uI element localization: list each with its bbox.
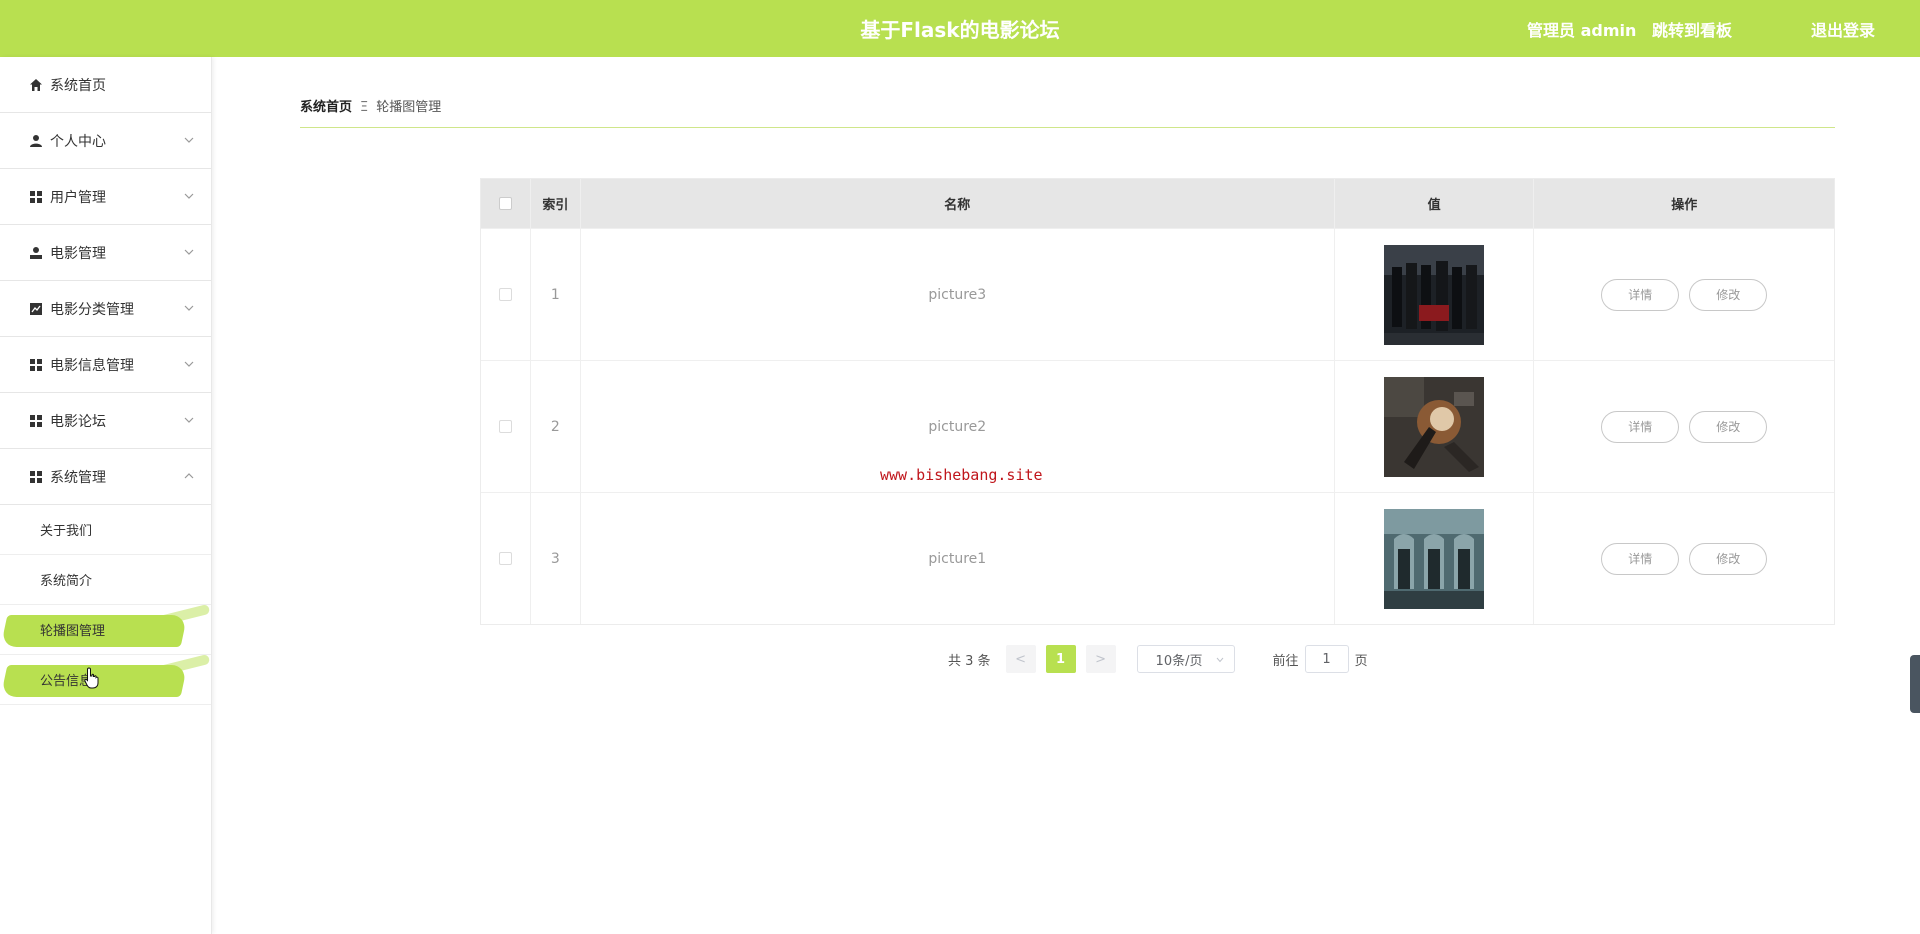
- row-checkbox[interactable]: [498, 288, 512, 301]
- sidebar-item-movie-category[interactable]: 电影分类管理: [0, 281, 211, 337]
- chevron-down-icon: [184, 193, 194, 199]
- grid-icon: [28, 189, 44, 205]
- carousel-table: 索引 名称 值 操作 1 picture3 详情 修改 2 picture2 详…: [480, 178, 1835, 625]
- row-value: [1335, 493, 1535, 624]
- sidebar-item-label: 电影分类管理: [50, 301, 134, 318]
- sidebar-item-movie-info[interactable]: 电影信息管理: [0, 337, 211, 393]
- row-checkbox[interactable]: [498, 552, 512, 565]
- chevron-down-icon: [184, 305, 194, 311]
- chevron-down-icon: [184, 249, 194, 255]
- row-checkbox-cell: [481, 229, 531, 360]
- sidebar-subitem-announcements[interactable]: 公告信息: [0, 655, 211, 705]
- grid-icon: [28, 469, 44, 485]
- chevron-up-icon: [184, 473, 194, 479]
- sidebar-subitem-label: 系统简介: [40, 574, 93, 589]
- row-index: 2: [531, 361, 581, 492]
- board-link[interactable]: 跳转到看板: [1652, 17, 1732, 41]
- row-name: picture3: [581, 229, 1335, 360]
- sidebar-item-label: 电影论坛: [50, 413, 106, 430]
- chevron-down-icon: [184, 361, 194, 367]
- sidebar-item-movie-forum[interactable]: 电影论坛: [0, 393, 211, 449]
- next-page-button[interactable]: >: [1085, 645, 1116, 673]
- detail-button[interactable]: 详情: [1601, 278, 1680, 311]
- grid-icon: [28, 413, 44, 429]
- row-checkbox-cell: [481, 361, 531, 492]
- header-value: 值: [1335, 179, 1535, 228]
- detail-button[interactable]: 详情: [1601, 542, 1680, 575]
- select-all-checkbox[interactable]: [498, 197, 512, 210]
- page-size-value: 10条/页: [1155, 653, 1203, 669]
- sidebar-item-personal-center[interactable]: 个人中心: [0, 113, 211, 169]
- table-row: 3 picture1 详情 修改: [481, 492, 1834, 624]
- row-actions: 详情 修改: [1534, 229, 1834, 360]
- sidebar-subitem-carousel-management[interactable]: 轮播图管理: [0, 605, 211, 655]
- sidebar-item-label: 系统管理: [50, 469, 106, 486]
- goto-page-input[interactable]: 1: [1304, 645, 1349, 673]
- grid-icon: [28, 357, 44, 373]
- table-row: 1 picture3 详情 修改: [481, 228, 1834, 360]
- header-action: 操作: [1671, 198, 1698, 213]
- select-all-cell: [481, 179, 531, 228]
- row-checkbox[interactable]: [498, 420, 512, 433]
- sidebar-item-label: 电影信息管理: [50, 357, 134, 374]
- breadcrumb-home[interactable]: 系统首页: [300, 100, 352, 115]
- row-index: 1: [531, 229, 581, 360]
- header-index: 索引: [531, 179, 581, 228]
- pagination: 共 3 条 < 1 > 10条/页 前往 1 页: [948, 645, 1368, 673]
- sidebar-subitem-system-intro[interactable]: 系统简介: [0, 555, 211, 605]
- sidebar-subitem-label: 关于我们: [40, 524, 93, 539]
- pagination-total: 共 3 条: [948, 653, 991, 669]
- home-icon: [28, 77, 44, 93]
- breadcrumb-current: 轮播图管理: [376, 100, 442, 115]
- sidebar-item-system-management[interactable]: 系统管理: [0, 449, 211, 505]
- goto-suffix: 页: [1354, 653, 1368, 669]
- row-actions: 详情 修改: [1534, 361, 1834, 492]
- chart-icon: [28, 301, 44, 317]
- carousel-thumbnail: [1384, 508, 1485, 609]
- hand-cursor-icon: [84, 667, 99, 689]
- sidebar-item-label: 电影管理: [50, 245, 106, 262]
- user-icon: [28, 133, 44, 149]
- row-index: 3: [531, 493, 581, 624]
- logout-link[interactable]: 退出登录: [1811, 17, 1875, 41]
- row-value: [1335, 361, 1535, 492]
- sidebar-item-movie-management[interactable]: 电影管理: [0, 225, 211, 281]
- sidebar-item-user-management[interactable]: 用户管理: [0, 169, 211, 225]
- sidebar-item-home[interactable]: 系统首页: [0, 57, 211, 113]
- sidebar-item-label: 用户管理: [50, 189, 106, 206]
- admin-label: 管理员 admin: [1527, 21, 1637, 40]
- page-size-select[interactable]: 10条/页: [1136, 645, 1235, 673]
- edit-button[interactable]: 修改: [1689, 278, 1768, 311]
- sidebar-subitem-about-us[interactable]: 关于我们: [0, 505, 211, 555]
- chevron-down-icon: [184, 417, 194, 423]
- row-actions: 详情 修改: [1534, 493, 1834, 624]
- breadcrumb-separator: Ξ: [360, 100, 369, 115]
- chevron-down-icon: [1216, 657, 1223, 663]
- row-checkbox-cell: [481, 493, 531, 624]
- sidebar-item-label: 系统首页: [50, 77, 106, 94]
- person-icon: [28, 245, 44, 261]
- table-row: 2 picture2 详情 修改: [481, 360, 1834, 492]
- side-floating-tab[interactable]: [1910, 655, 1920, 713]
- page-button-1[interactable]: 1: [1045, 645, 1076, 673]
- chevron-down-icon: [184, 137, 194, 143]
- carousel-thumbnail: [1384, 376, 1485, 477]
- prev-page-button[interactable]: <: [1005, 645, 1036, 673]
- row-value: [1335, 229, 1535, 360]
- goto-prefix: 前往: [1272, 653, 1299, 669]
- edit-button[interactable]: 修改: [1689, 542, 1768, 575]
- table-header: 索引 名称 值 操作: [481, 179, 1834, 228]
- row-name: picture1: [581, 493, 1335, 624]
- edit-button[interactable]: 修改: [1689, 410, 1768, 443]
- sidebar-subitem-label: 轮播图管理: [40, 624, 106, 639]
- sidebar-item-label: 个人中心: [50, 133, 106, 150]
- detail-button[interactable]: 详情: [1601, 410, 1680, 443]
- carousel-thumbnail: [1384, 244, 1485, 345]
- breadcrumb: 系统首页 Ξ 轮播图管理: [300, 96, 1835, 128]
- watermark-text: www.bishebang.site: [880, 466, 1043, 484]
- sidebar: 系统首页 个人中心 用户管理 电影管理 电影分类管理 电影信息管理 电影论坛 系…: [0, 57, 212, 934]
- top-header: 基于Flask的电影论坛 管理员 admin 跳转到看板 退出登录: [0, 0, 1920, 57]
- header-name: 名称: [581, 179, 1335, 228]
